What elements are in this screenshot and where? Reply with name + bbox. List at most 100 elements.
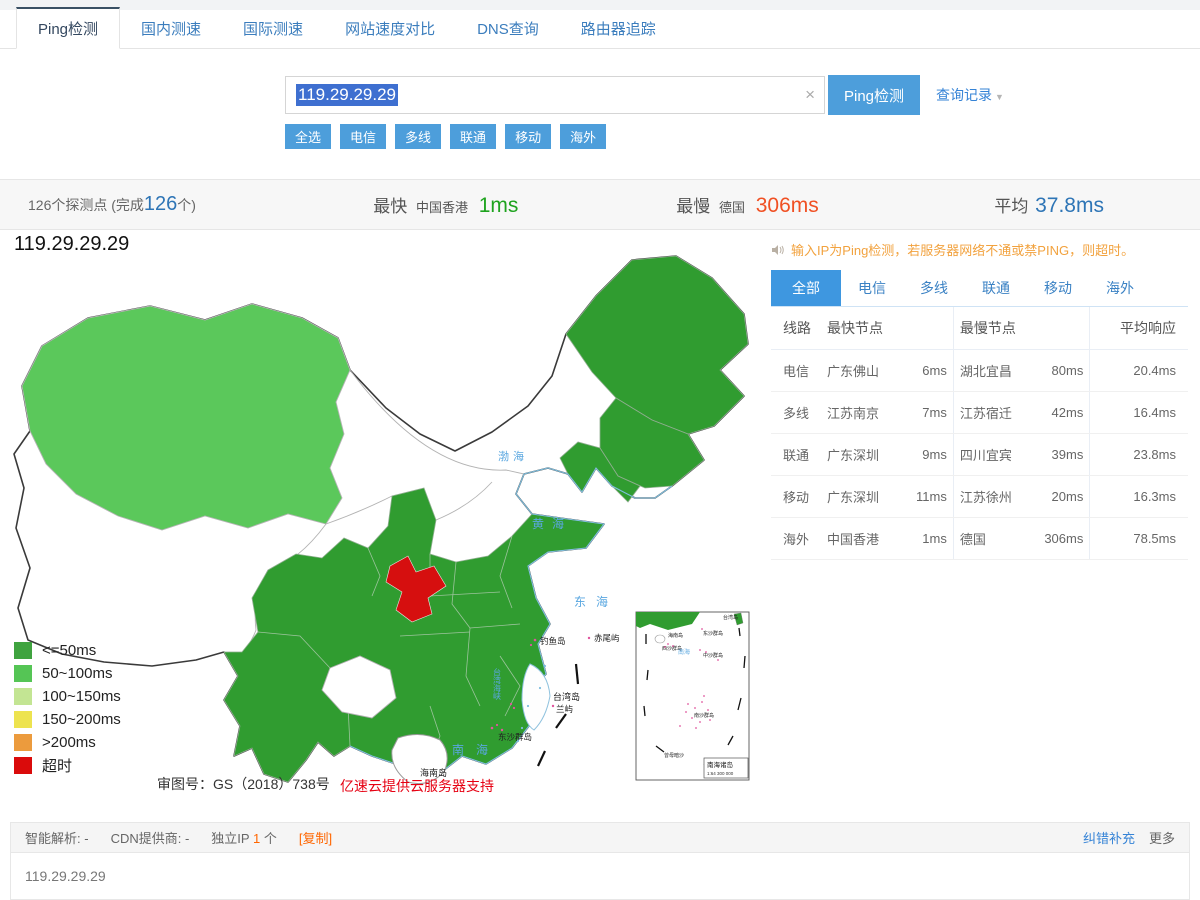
filter-all-button[interactable]: 全选: [285, 124, 331, 149]
sea-label-nanhai: 南海: [452, 742, 500, 757]
cell-avg: 23.8ms: [1090, 434, 1188, 476]
island-label-dongsha: 东沙群岛: [498, 732, 532, 742]
legend-item: >200ms: [14, 731, 121, 754]
table-row[interactable]: 移动 广东深圳 11ms 江苏徐州 20ms 16.3ms: [771, 476, 1188, 518]
cell-fast-ms: 1ms: [905, 518, 953, 560]
slowest-label: 最慢: [676, 197, 710, 216]
result-tab-unicom[interactable]: 联通: [965, 270, 1027, 306]
tab-domestic-speed[interactable]: 国内测速: [120, 9, 222, 48]
sea-label-huanghai: 黄海: [532, 516, 572, 531]
cell-avg: 16.3ms: [1090, 476, 1188, 518]
table-row[interactable]: 海外 中国香港 1ms 德国 306ms 78.5ms: [771, 518, 1188, 560]
header-fastest: 最快节点: [821, 307, 953, 350]
legend-label: 100~150ms: [42, 688, 121, 705]
tab-ping[interactable]: Ping检测: [16, 7, 120, 49]
inset-scale: 1:64 300 000: [707, 771, 734, 776]
cell-fast-ms: 11ms: [905, 476, 953, 518]
table-row[interactable]: 电信 广东佛山 6ms 湖北宜昌 80ms 20.4ms: [771, 350, 1188, 392]
inset-label-dongsha: 东沙群岛: [703, 630, 723, 637]
cell-slow-node: 江苏徐州: [953, 476, 1038, 518]
ping-button[interactable]: Ping检测: [828, 75, 920, 115]
legend-swatch: [14, 757, 32, 774]
probe-count: 126个探测点 (完成126个): [0, 193, 295, 216]
cell-slow-node: 江苏宿迁: [953, 392, 1038, 434]
inset-label-nansha: 南沙群岛: [694, 712, 714, 719]
cell-fast-ms: 7ms: [905, 392, 953, 434]
cell-line: 电信: [771, 350, 821, 392]
stat-average: 平均 37.8ms: [898, 192, 1200, 218]
table-row[interactable]: 联通 广东深圳 9ms 四川宜宾 39ms 23.8ms: [771, 434, 1188, 476]
query-history-dropdown[interactable]: 查询记录▼: [936, 85, 1004, 105]
filter-unicom-button[interactable]: 联通: [450, 124, 496, 149]
filter-mobile-button[interactable]: 移动: [505, 124, 551, 149]
tab-site-compare[interactable]: 网站速度对比: [324, 9, 456, 48]
cell-line: 联通: [771, 434, 821, 476]
legend-swatch: [14, 665, 32, 682]
ip-result-box: 119.29.29.29: [10, 853, 1190, 900]
legend-label: 超时: [42, 755, 72, 776]
result-tab-multiline[interactable]: 多线: [903, 270, 965, 306]
result-tab-mobile[interactable]: 移动: [1027, 270, 1089, 306]
sponsor-link[interactable]: 亿速云提供云服务器支持: [340, 776, 494, 796]
cell-avg: 16.4ms: [1090, 392, 1188, 434]
legend-swatch: [14, 711, 32, 728]
dns-resolution: 智能解析: -: [25, 828, 89, 847]
tab-traceroute[interactable]: 路由器追踪: [560, 9, 677, 48]
inset-label-taiwan: 台湾岛: [723, 614, 738, 621]
slowest-value: 306ms: [756, 194, 819, 217]
filter-multiline-button[interactable]: 多线: [395, 124, 441, 149]
legend-swatch: [14, 642, 32, 659]
slowest-node: 德国: [719, 200, 745, 215]
error-correction-link[interactable]: 纠错补充: [1083, 828, 1135, 847]
legend-label: >200ms: [42, 734, 96, 751]
island-label-taiwan: 台湾岛: [553, 691, 580, 702]
result-tab-all[interactable]: 全部: [771, 270, 841, 306]
ip-count: 1: [253, 831, 260, 846]
result-table: 线路 最快节点 最慢节点 平均响应 电信 广东佛山 6ms 湖北宜昌 80ms …: [771, 307, 1188, 560]
cell-fast-node: 广东深圳: [821, 434, 905, 476]
average-label: 平均: [994, 197, 1028, 216]
cell-slow-ms: 20ms: [1038, 476, 1090, 518]
legend-item: 50~100ms: [14, 662, 121, 685]
table-row[interactable]: 多线 江苏南京 7ms 江苏宿迁 42ms 16.4ms: [771, 392, 1188, 434]
cell-fast-node: 中国香港: [821, 518, 905, 560]
cell-fast-ms: 9ms: [905, 434, 953, 476]
result-tab-telecom[interactable]: 电信: [841, 270, 903, 306]
map-license: 审图号：GS（2018）738号: [157, 774, 330, 794]
cell-slow-node: 四川宜宾: [953, 434, 1038, 476]
stat-fastest: 最快 中国香港 1ms: [295, 192, 597, 218]
inset-label-hainan: 海南岛: [668, 632, 683, 639]
cell-slow-ms: 42ms: [1038, 392, 1090, 434]
header-avg: 平均响应: [1090, 307, 1188, 350]
tab-international-speed[interactable]: 国际测速: [222, 9, 324, 48]
average-value: 37.8ms: [1035, 194, 1104, 217]
query-history-label: 查询记录: [936, 87, 992, 103]
cell-line: 移动: [771, 476, 821, 518]
copy-button[interactable]: [复制]: [299, 828, 332, 847]
filter-telecom-button[interactable]: 电信: [340, 124, 386, 149]
cell-slow-ms: 306ms: [1038, 518, 1090, 560]
clear-icon[interactable]: ×: [805, 85, 815, 105]
cell-fast-node: 江苏南京: [821, 392, 905, 434]
sea-label-donghai: 东海: [574, 594, 618, 609]
cell-slow-node: 湖北宜昌: [953, 350, 1038, 392]
header-line: 线路: [771, 307, 821, 350]
search-input[interactable]: 119.29.29.29 ×: [285, 76, 825, 114]
main-tabbar: Ping检测 国内测速 国际测速 网站速度对比 DNS查询 路由器追踪: [0, 10, 1200, 49]
legend-label: 150~200ms: [42, 711, 121, 728]
ip-unit: 个: [264, 831, 277, 846]
more-link[interactable]: 更多: [1149, 828, 1175, 847]
sea-label-bohai: 渤海: [498, 449, 528, 463]
probe-done-suffix: 个): [177, 197, 196, 213]
legend-item: 150~200ms: [14, 708, 121, 731]
tab-dns-query[interactable]: DNS查询: [456, 9, 560, 48]
china-latency-map: 119.29.29.29: [0, 230, 765, 813]
legend-item: 超时: [14, 754, 121, 777]
result-tab-overseas[interactable]: 海外: [1089, 270, 1151, 306]
notice: 输入IP为Ping检测，若服务器网络不通或禁PING，则超时。: [771, 240, 1188, 259]
cell-fast-ms: 6ms: [905, 350, 953, 392]
map-legend: <=50ms 50~100ms 100~150ms 150~200ms >200…: [14, 639, 121, 777]
sea-label-strait: 台湾海峡: [493, 667, 502, 701]
filter-overseas-button[interactable]: 海外: [560, 124, 606, 149]
result-panel: 输入IP为Ping检测，若服务器网络不通或禁PING，则超时。 全部 电信 多线…: [765, 230, 1200, 813]
